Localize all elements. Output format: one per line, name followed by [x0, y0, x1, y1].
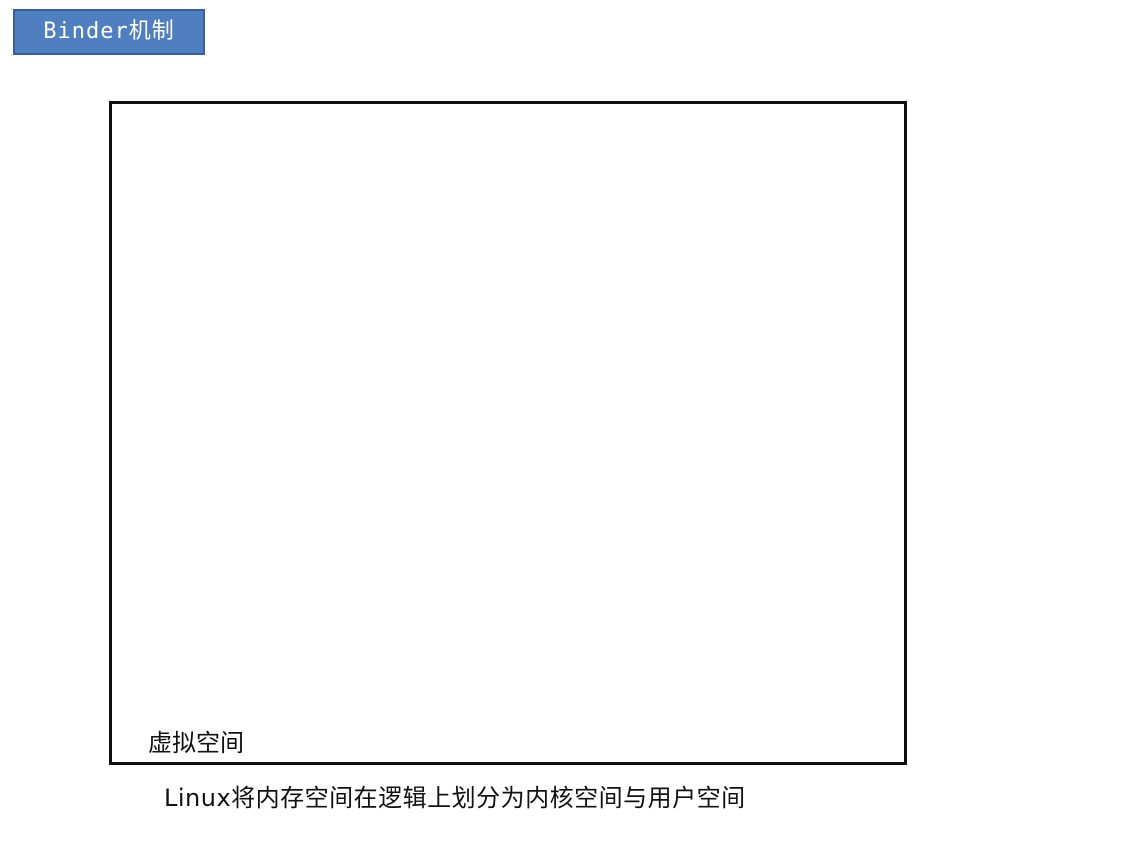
virtual-space-label: 虚拟空间: [148, 729, 244, 757]
title-badge: Binder机制: [13, 9, 205, 55]
virtual-space-box: 虚拟空间: [109, 101, 907, 765]
caption-text: Linux将内存空间在逻辑上划分为内核空间与用户空间: [164, 784, 746, 812]
